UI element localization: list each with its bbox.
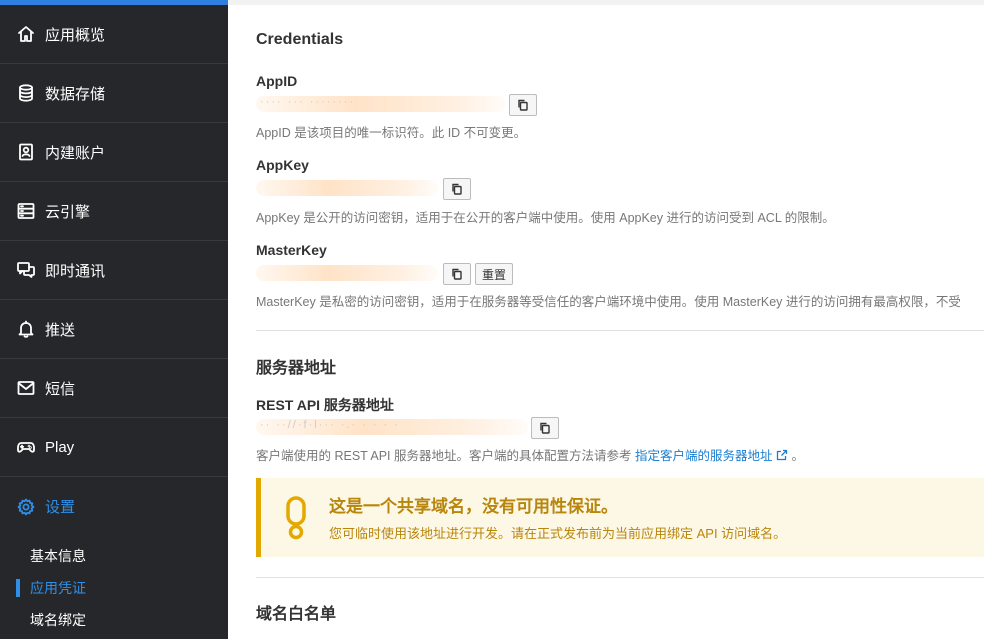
copy-rest-api-button[interactable] — [531, 417, 559, 439]
gear-icon — [16, 497, 36, 517]
sidebar: 应用概览 数据存储 内建账户 云引擎 即时通讯 推送 短信 Play 设置 基本… — [0, 0, 228, 639]
rest-api-help-suffix: 。 — [791, 449, 804, 463]
copy-appid-button[interactable] — [509, 94, 537, 116]
settings-submenu: 基本信息 应用凭证 域名绑定 — [0, 536, 228, 636]
gamepad-icon — [16, 437, 36, 457]
warning-title: 这是一个共享域名，没有可用性保证。 — [329, 497, 618, 516]
sidebar-item-accounts[interactable]: 内建账户 — [0, 123, 228, 182]
sidebar-item-label: 内建账户 — [45, 144, 106, 162]
copy-icon — [452, 183, 462, 195]
sidebar-item-overview[interactable]: 应用概览 — [0, 5, 228, 64]
external-link-icon — [776, 449, 788, 461]
submenu-item-app-credentials[interactable]: 应用凭证 — [0, 572, 228, 604]
server-address-doc-link-text: 指定客户端的服务器地址 — [634, 449, 773, 463]
sidebar-item-play[interactable]: Play — [0, 418, 228, 477]
server-icon — [16, 201, 36, 221]
appid-label: AppID — [256, 73, 298, 89]
home-icon — [16, 24, 36, 44]
app-root: 应用概览 数据存储 内建账户 云引擎 即时通讯 推送 短信 Play 设置 基本… — [0, 0, 984, 639]
sidebar-item-push[interactable]: 推送 — [0, 300, 228, 359]
section-divider — [256, 330, 984, 331]
sidebar-item-label: 应用概览 — [45, 26, 106, 44]
rest-api-help-text: 客户端使用的 REST API 服务器地址。客户端的具体配置方法请参考 — [256, 449, 632, 463]
masterkey-help: MasterKey 是私密的访问密钥，适用于在服务器等受信任的客户端环境中使用。… — [256, 295, 961, 309]
reset-masterkey-button[interactable]: 重置 — [475, 263, 513, 285]
domain-whitelist-title: 域名白名单 — [256, 606, 337, 623]
appid-help: AppID 是该项目的唯一标识符。此 ID 不可变更。 — [256, 126, 527, 140]
chat-icon — [16, 260, 36, 280]
server-address-doc-link[interactable]: 指定客户端的服务器地址 — [635, 449, 791, 463]
sidebar-item-messaging[interactable]: 即时通讯 — [0, 241, 228, 300]
copy-masterkey-button[interactable] — [443, 263, 471, 285]
appkey-label: AppKey — [256, 157, 309, 173]
section-divider — [256, 577, 984, 578]
appkey-help: AppKey 是公开的访问密钥，适用于在公开的客户端中使用。使用 AppKey … — [256, 211, 835, 225]
sidebar-item-label: 云引擎 — [45, 203, 91, 221]
sidebar-item-label: 数据存储 — [45, 85, 106, 103]
rest-api-value-text: ·· ··//·f·l··· ·.· · · · · — [260, 419, 400, 431]
main-panel: Credentials AppID ···· ··· ········ AppI… — [228, 0, 984, 639]
copy-icon — [540, 422, 550, 434]
sidebar-item-sms[interactable]: 短信 — [0, 359, 228, 418]
database-icon — [16, 83, 36, 103]
shared-domain-warning: 这是一个共享域名，没有可用性保证。 您可临时使用该地址进行开发。请在正式发布前为… — [256, 478, 984, 557]
bell-icon — [16, 319, 36, 339]
sidebar-item-label: 即时通讯 — [45, 262, 106, 280]
user-card-icon — [16, 142, 36, 162]
top-bar — [228, 0, 984, 5]
submenu-item-basic-info[interactable]: 基本信息 — [0, 540, 228, 572]
submenu-item-domain-binding[interactable]: 域名绑定 — [0, 604, 228, 636]
sidebar-item-label: 推送 — [45, 321, 76, 339]
credentials-title: Credentials — [256, 31, 344, 48]
copy-icon — [518, 99, 528, 111]
sidebar-item-label: 短信 — [45, 380, 76, 398]
rest-api-label: REST API 服务器地址 — [256, 397, 394, 413]
exclamation-icon — [286, 496, 306, 540]
rest-api-value: ·· ··//·f·l··· ·.· · · · · — [256, 419, 528, 435]
masterkey-label: MasterKey — [256, 242, 327, 258]
appid-value-text: ···· ··· ········ — [260, 96, 356, 108]
sidebar-item-label: Play — [45, 438, 75, 456]
server-address-title: 服务器地址 — [256, 360, 337, 377]
sidebar-item-cloud-engine[interactable]: 云引擎 — [0, 182, 228, 241]
copy-icon — [452, 268, 462, 280]
sidebar-item-data-storage[interactable]: 数据存储 — [0, 64, 228, 123]
rest-api-help: 客户端使用的 REST API 服务器地址。客户端的具体配置方法请参考 指定客户… — [256, 445, 804, 464]
sidebar-item-label: 设置 — [45, 499, 76, 516]
masterkey-value — [256, 265, 438, 281]
sidebar-item-settings[interactable]: 设置 — [0, 477, 228, 536]
warning-text: 您可临时使用该地址进行开发。请在正式发布前为当前应用绑定 API 访问域名。 — [329, 526, 787, 541]
appid-value: ···· ··· ········ — [256, 96, 506, 112]
mail-icon — [16, 378, 36, 398]
copy-appkey-button[interactable] — [443, 178, 471, 200]
appkey-value — [256, 180, 438, 196]
